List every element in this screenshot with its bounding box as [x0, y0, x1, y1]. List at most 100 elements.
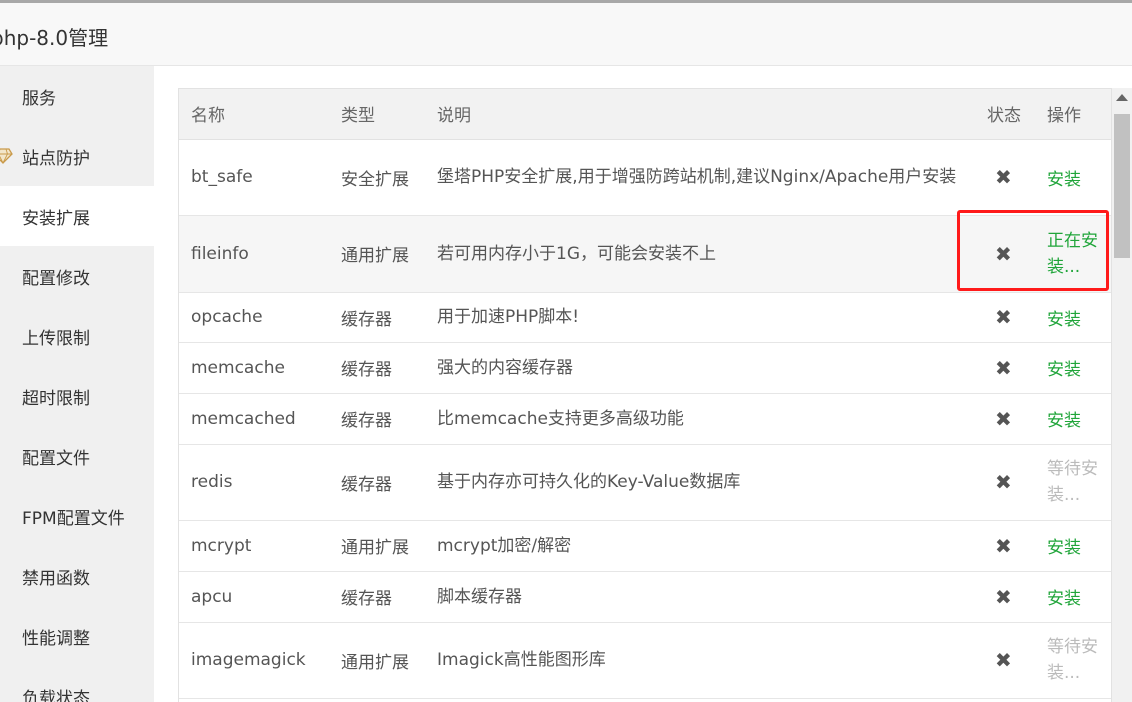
- cell-type: 缓存器: [329, 571, 425, 623]
- cell-operation: 等待安装...: [1035, 444, 1111, 521]
- cell-operation: 安装: [1035, 292, 1111, 343]
- sidebar-item-upload-limit[interactable]: 上传限制: [0, 306, 154, 366]
- header-type: 类型: [329, 89, 425, 140]
- install-link[interactable]: 安装: [1047, 310, 1081, 330]
- extension-table-container: 名称 类型 说明 状态 操作 bt_safe 安全扩展 堡塔PHP安全扩展,用于…: [178, 88, 1112, 702]
- cell-name: memcache: [179, 342, 329, 394]
- install-link[interactable]: 安装: [1047, 170, 1081, 190]
- cell-description: 强大的内容缓存器: [425, 342, 977, 394]
- cell-operation: 安装: [1035, 139, 1111, 216]
- cell-status: ✖: [977, 342, 1035, 394]
- not-installed-x-icon: ✖: [995, 584, 1012, 609]
- sidebar-item-timeout-limit[interactable]: 超时限制: [0, 366, 154, 426]
- not-installed-x-icon: ✖: [995, 355, 1012, 380]
- sidebar-item-disabled-functions[interactable]: 禁用函数: [0, 546, 154, 606]
- cell-description: 比memcache支持更多高级功能: [425, 393, 977, 445]
- waiting-status: 等待安装...: [1047, 637, 1098, 683]
- sidebar-item-label: FPM配置文件: [22, 508, 125, 529]
- not-installed-x-icon: ✖: [995, 648, 1012, 672]
- not-installed-x-icon: ✖: [995, 533, 1012, 558]
- cell-name: apcu: [179, 571, 329, 623]
- install-link[interactable]: 安装: [1047, 360, 1081, 380]
- cell-operation: 安装: [1035, 342, 1111, 394]
- not-installed-x-icon: ✖: [995, 165, 1012, 189]
- extension-table: 名称 类型 说明 状态 操作 bt_safe 安全扩展 堡塔PHP安全扩展,用于…: [179, 89, 1111, 699]
- cell-name: opcache: [179, 292, 329, 343]
- sidebar-item-load-status[interactable]: 负载状态: [0, 666, 154, 702]
- scroll-up-arrow-icon[interactable]: [1116, 94, 1128, 101]
- cell-description: mcrypt加密/解密: [425, 520, 977, 572]
- install-link[interactable]: 安装: [1047, 411, 1081, 431]
- cell-type: 通用扩展: [329, 622, 425, 699]
- table-row: memcached 缓存器 比memcache支持更多高级功能 ✖ 安装: [179, 393, 1111, 445]
- header-operation: 操作: [1035, 89, 1111, 140]
- scrollbar-thumb[interactable]: [1114, 114, 1130, 258]
- cell-description: 用于加速PHP脚本!: [425, 292, 977, 343]
- header-status: 状态: [977, 89, 1035, 140]
- table-row: imagemagick 通用扩展 Imagick高性能图形库 ✖ 等待安装...: [179, 622, 1111, 699]
- description-text: 脚本缓存器: [437, 586, 522, 607]
- install-link[interactable]: 安装: [1047, 538, 1081, 558]
- cell-type: 缓存器: [329, 393, 425, 445]
- description-text: 若可用内存小于1G，可能会安装不上: [437, 243, 716, 264]
- cell-operation: 等待安装...: [1035, 622, 1111, 699]
- description-text: 用于加速PHP脚本!: [437, 307, 580, 327]
- table-row: redis 缓存器 基于内存亦可持久化的Key-Value数据库 ✖ 等待安装.…: [179, 444, 1111, 521]
- vertical-scrollbar[interactable]: [1112, 88, 1132, 702]
- sidebar: 服务 站点防护 安装扩展 配置修改 上传限制 超时限制 配置文件 FPM配置文件…: [0, 66, 154, 702]
- cell-name: redis: [179, 444, 329, 521]
- description-text: 比memcache支持更多高级功能: [437, 408, 684, 429]
- window-title: php-8.0管理: [0, 26, 109, 50]
- cell-status: ✖: [977, 139, 1035, 216]
- sidebar-item-performance-tuning[interactable]: 性能调整: [0, 606, 154, 666]
- sidebar-item-label: 负载状态: [22, 688, 90, 702]
- cell-status: ✖: [977, 393, 1035, 445]
- sidebar-item-config-modify[interactable]: 配置修改: [0, 246, 154, 306]
- sidebar-item-service[interactable]: 服务: [0, 66, 154, 126]
- cell-status: ✖: [977, 571, 1035, 623]
- sidebar-item-label: 安装扩展: [22, 208, 90, 229]
- not-installed-x-icon: ✖: [995, 305, 1012, 329]
- table-row: memcache 缓存器 强大的内容缓存器 ✖ 安装: [179, 342, 1111, 394]
- sidebar-item-label: 禁用函数: [22, 568, 90, 589]
- description-text: Imagick高性能图形库: [437, 650, 606, 670]
- sidebar-item-label: 配置文件: [22, 448, 90, 469]
- not-installed-x-icon: ✖: [995, 470, 1012, 494]
- table-row: bt_safe 安全扩展 堡塔PHP安全扩展,用于增强防跨站机制,建议Nginx…: [179, 139, 1111, 216]
- cell-status: ✖: [977, 622, 1035, 699]
- sidebar-item-label: 上传限制: [22, 328, 90, 349]
- cell-type: 缓存器: [329, 444, 425, 521]
- waiting-status: 等待安装...: [1047, 459, 1098, 505]
- cell-status: ✖: [977, 292, 1035, 343]
- header-name: 名称: [179, 89, 329, 140]
- cell-operation: 安装: [1035, 520, 1111, 572]
- cell-operation: 安装: [1035, 393, 1111, 445]
- cell-status: ✖: [977, 520, 1035, 572]
- cell-type: 通用扩展: [329, 520, 425, 572]
- sidebar-item-label: 站点防护: [22, 148, 90, 169]
- main-content: 名称 类型 说明 状态 操作 bt_safe 安全扩展 堡塔PHP安全扩展,用于…: [154, 66, 1132, 702]
- window-title-bar[interactable]: php-8.0管理: [0, 3, 1132, 66]
- sidebar-item-site-protection[interactable]: 站点防护: [0, 126, 154, 186]
- description-text: 基于内存亦可持久化的Key-Value数据库: [437, 472, 741, 492]
- install-link[interactable]: 安装: [1047, 589, 1081, 609]
- cell-operation: 安装: [1035, 571, 1111, 623]
- cell-description: 基于内存亦可持久化的Key-Value数据库: [425, 444, 977, 521]
- description-text: 强大的内容缓存器: [437, 357, 573, 378]
- sidebar-item-config-file[interactable]: 配置文件: [0, 426, 154, 486]
- description-text: 堡塔PHP安全扩展,用于增强防跨站机制,建议Nginx/Apache用户安装: [437, 167, 957, 187]
- sidebar-item-label: 服务: [22, 88, 56, 109]
- cell-name: fileinfo: [179, 215, 329, 293]
- cell-description: 若可用内存小于1G，可能会安装不上: [425, 215, 977, 293]
- cell-name: mcrypt: [179, 520, 329, 572]
- sidebar-item-label: 超时限制: [22, 388, 90, 409]
- sidebar-item-fpm-config-file[interactable]: FPM配置文件: [0, 486, 154, 546]
- sidebar-item-install-extension[interactable]: 安装扩展: [0, 186, 154, 246]
- not-installed-x-icon: ✖: [995, 406, 1012, 431]
- table-row: apcu 缓存器 脚本缓存器 ✖ 安装: [179, 571, 1111, 623]
- cell-status: ✖: [977, 444, 1035, 521]
- highlight-annotation-box: [957, 210, 1109, 291]
- cell-type: 缓存器: [329, 292, 425, 343]
- header-description: 说明: [425, 89, 977, 140]
- sidebar-item-label: 性能调整: [22, 628, 90, 649]
